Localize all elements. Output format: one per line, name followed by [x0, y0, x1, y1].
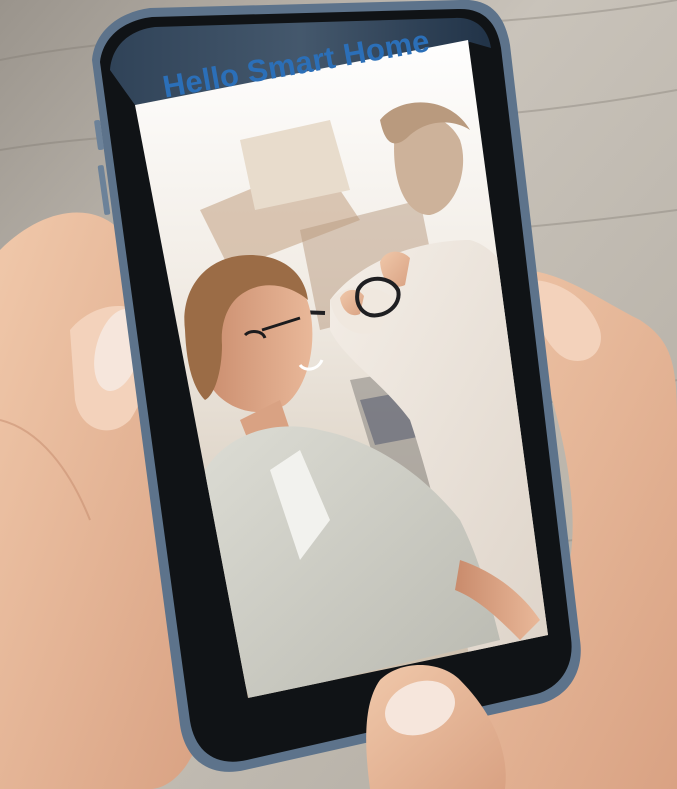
photo-scene	[0, 0, 677, 789]
